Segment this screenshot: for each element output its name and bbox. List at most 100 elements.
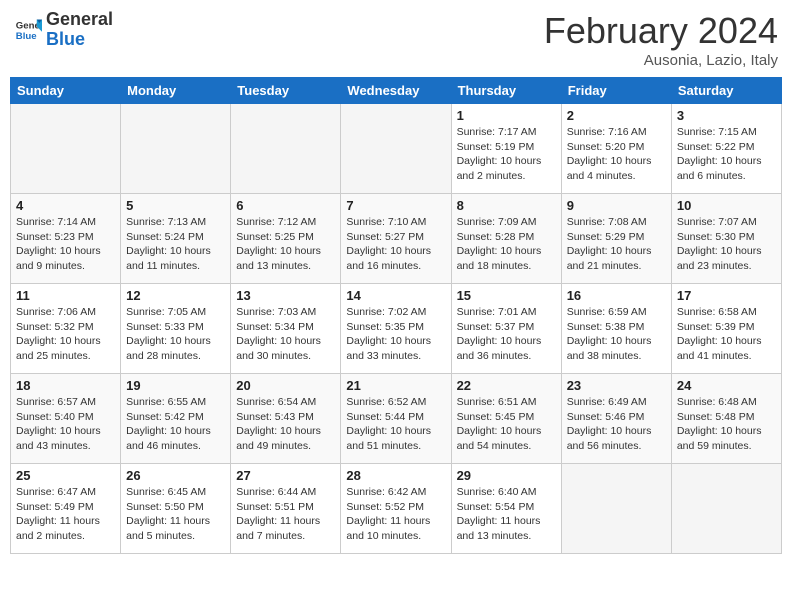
calendar-cell: 25 Sunrise: 6:47 AMSunset: 5:49 PMDayligh… [11, 464, 121, 554]
calendar-cell: 20 Sunrise: 6:54 AMSunset: 5:43 PMDayligh… [231, 374, 341, 464]
calendar-header-row: SundayMondayTuesdayWednesdayThursdayFrid… [11, 78, 782, 104]
day-info: Sunrise: 7:02 AMSunset: 5:35 PMDaylight:… [346, 305, 445, 364]
calendar-week-row: 25 Sunrise: 6:47 AMSunset: 5:49 PMDayligh… [11, 464, 782, 554]
calendar-cell: 27 Sunrise: 6:44 AMSunset: 5:51 PMDayligh… [231, 464, 341, 554]
day-number: 7 [346, 198, 445, 213]
day-number: 24 [677, 378, 776, 393]
calendar-cell: 22 Sunrise: 6:51 AMSunset: 5:45 PMDayligh… [451, 374, 561, 464]
day-info: Sunrise: 7:17 AMSunset: 5:19 PMDaylight:… [457, 125, 556, 184]
day-number: 10 [677, 198, 776, 213]
day-info: Sunrise: 7:01 AMSunset: 5:37 PMDaylight:… [457, 305, 556, 364]
day-info: Sunrise: 7:13 AMSunset: 5:24 PMDaylight:… [126, 215, 225, 274]
calendar-cell: 15 Sunrise: 7:01 AMSunset: 5:37 PMDayligh… [451, 284, 561, 374]
day-number: 9 [567, 198, 666, 213]
calendar-cell: 24 Sunrise: 6:48 AMSunset: 5:48 PMDayligh… [671, 374, 781, 464]
day-number: 22 [457, 378, 556, 393]
calendar-cell: 5 Sunrise: 7:13 AMSunset: 5:24 PMDaylight… [121, 194, 231, 284]
weekday-header: Saturday [671, 78, 781, 104]
day-info: Sunrise: 6:48 AMSunset: 5:48 PMDaylight:… [677, 395, 776, 454]
calendar-cell: 6Sunrise: 7:12 AMSunset: 5:25 PMDaylight… [231, 194, 341, 284]
day-number: 26 [126, 468, 225, 483]
day-info: Sunrise: 6:51 AMSunset: 5:45 PMDaylight:… [457, 395, 556, 454]
day-number: 8 [457, 198, 556, 213]
day-number: 11 [16, 288, 115, 303]
calendar-cell: 13 Sunrise: 7:03 AMSunset: 5:34 PMDayligh… [231, 284, 341, 374]
calendar-cell: 21Sunrise: 6:52 AMSunset: 5:44 PMDayligh… [341, 374, 451, 464]
day-info: Sunrise: 6:42 AMSunset: 5:52 PMDaylight:… [346, 485, 445, 544]
calendar-week-row: 1 Sunrise: 7:17 AMSunset: 5:19 PMDaylight… [11, 104, 782, 194]
calendar-cell: 26Sunrise: 6:45 AMSunset: 5:50 PMDayligh… [121, 464, 231, 554]
day-number: 5 [126, 198, 225, 213]
calendar-cell: 10 Sunrise: 7:07 AMSunset: 5:30 PMDayligh… [671, 194, 781, 284]
day-info: Sunrise: 7:09 AMSunset: 5:28 PMDaylight:… [457, 215, 556, 274]
day-number: 23 [567, 378, 666, 393]
calendar-table: SundayMondayTuesdayWednesdayThursdayFrid… [10, 77, 782, 554]
day-number: 25 [16, 468, 115, 483]
weekday-header: Wednesday [341, 78, 451, 104]
calendar-week-row: 18Sunrise: 6:57 AMSunset: 5:40 PMDayligh… [11, 374, 782, 464]
calendar-cell: 19 Sunrise: 6:55 AMSunset: 5:42 PMDayligh… [121, 374, 231, 464]
day-number: 29 [457, 468, 556, 483]
day-number: 16 [567, 288, 666, 303]
weekday-header: Sunday [11, 78, 121, 104]
day-info: Sunrise: 7:06 AMSunset: 5:32 PMDaylight:… [16, 305, 115, 364]
day-info: Sunrise: 7:07 AMSunset: 5:30 PMDaylight:… [677, 215, 776, 274]
day-number: 1 [457, 108, 556, 123]
day-info: Sunrise: 6:47 AMSunset: 5:49 PMDaylight:… [16, 485, 115, 544]
day-number: 20 [236, 378, 335, 393]
day-info: Sunrise: 7:05 AMSunset: 5:33 PMDaylight:… [126, 305, 225, 364]
day-info: Sunrise: 7:14 AMSunset: 5:23 PMDaylight:… [16, 215, 115, 274]
calendar-cell: 14Sunrise: 7:02 AMSunset: 5:35 PMDayligh… [341, 284, 451, 374]
day-number: 3 [677, 108, 776, 123]
day-number: 19 [126, 378, 225, 393]
day-info: Sunrise: 6:57 AMSunset: 5:40 PMDaylight:… [16, 395, 115, 454]
calendar-cell: 16Sunrise: 6:59 AMSunset: 5:38 PMDayligh… [561, 284, 671, 374]
calendar-cell [671, 464, 781, 554]
calendar-body: 1 Sunrise: 7:17 AMSunset: 5:19 PMDaylight… [11, 104, 782, 554]
calendar-cell: 17Sunrise: 6:58 AMSunset: 5:39 PMDayligh… [671, 284, 781, 374]
calendar-cell: 7 Sunrise: 7:10 AMSunset: 5:27 PMDaylight… [341, 194, 451, 284]
day-number: 17 [677, 288, 776, 303]
calendar-cell [341, 104, 451, 194]
calendar-cell: 18Sunrise: 6:57 AMSunset: 5:40 PMDayligh… [11, 374, 121, 464]
calendar-cell: 11 Sunrise: 7:06 AMSunset: 5:32 PMDayligh… [11, 284, 121, 374]
location-subtitle: Ausonia, Lazio, Italy [544, 52, 778, 69]
day-info: Sunrise: 6:52 AMSunset: 5:44 PMDaylight:… [346, 395, 445, 454]
logo-icon: General Blue [14, 16, 42, 44]
day-info: Sunrise: 7:10 AMSunset: 5:27 PMDaylight:… [346, 215, 445, 274]
calendar-cell: 12 Sunrise: 7:05 AMSunset: 5:33 PMDayligh… [121, 284, 231, 374]
day-number: 13 [236, 288, 335, 303]
day-info: Sunrise: 6:49 AMSunset: 5:46 PMDaylight:… [567, 395, 666, 454]
calendar-cell [11, 104, 121, 194]
calendar-cell: 23 Sunrise: 6:49 AMSunset: 5:46 PMDayligh… [561, 374, 671, 464]
day-info: Sunrise: 6:44 AMSunset: 5:51 PMDaylight:… [236, 485, 335, 544]
calendar-week-row: 4Sunrise: 7:14 AMSunset: 5:23 PMDaylight… [11, 194, 782, 284]
calendar-cell [121, 104, 231, 194]
logo-line1: General [46, 10, 113, 30]
day-info: Sunrise: 6:55 AMSunset: 5:42 PMDaylight:… [126, 395, 225, 454]
svg-text:Blue: Blue [16, 31, 37, 42]
calendar-cell: 1 Sunrise: 7:17 AMSunset: 5:19 PMDaylight… [451, 104, 561, 194]
calendar-cell [231, 104, 341, 194]
day-info: Sunrise: 7:12 AMSunset: 5:25 PMDaylight:… [236, 215, 335, 274]
day-info: Sunrise: 7:03 AMSunset: 5:34 PMDaylight:… [236, 305, 335, 364]
weekday-header: Monday [121, 78, 231, 104]
weekday-header: Thursday [451, 78, 561, 104]
day-info: Sunrise: 7:08 AMSunset: 5:29 PMDaylight:… [567, 215, 666, 274]
logo-line2: Blue [46, 30, 113, 50]
calendar-cell: 8 Sunrise: 7:09 AMSunset: 5:28 PMDaylight… [451, 194, 561, 284]
logo: General Blue General Blue [14, 10, 113, 50]
calendar-cell: 2 Sunrise: 7:16 AMSunset: 5:20 PMDaylight… [561, 104, 671, 194]
day-info: Sunrise: 7:15 AMSunset: 5:22 PMDaylight:… [677, 125, 776, 184]
day-number: 27 [236, 468, 335, 483]
weekday-header: Friday [561, 78, 671, 104]
day-number: 12 [126, 288, 225, 303]
day-info: Sunrise: 6:54 AMSunset: 5:43 PMDaylight:… [236, 395, 335, 454]
calendar-cell: 29Sunrise: 6:40 AMSunset: 5:54 PMDayligh… [451, 464, 561, 554]
day-number: 15 [457, 288, 556, 303]
weekday-header: Tuesday [231, 78, 341, 104]
calendar-cell: 28Sunrise: 6:42 AMSunset: 5:52 PMDayligh… [341, 464, 451, 554]
day-info: Sunrise: 7:16 AMSunset: 5:20 PMDaylight:… [567, 125, 666, 184]
calendar-cell: 4Sunrise: 7:14 AMSunset: 5:23 PMDaylight… [11, 194, 121, 284]
day-number: 2 [567, 108, 666, 123]
